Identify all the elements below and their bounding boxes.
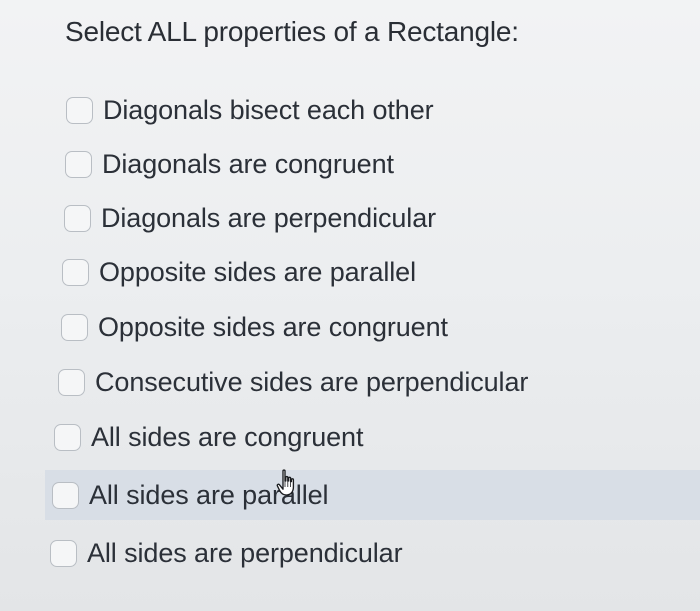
option-opposite-sides-parallel[interactable]: Opposite sides are parallel [62,245,686,299]
checkbox[interactable] [54,423,81,451]
checkbox[interactable] [64,204,91,232]
checkbox[interactable] [61,313,88,341]
option-opposite-sides-congruent[interactable]: Opposite sides are congruent [61,300,686,354]
option-diagonals-congruent[interactable]: Diagonals are congruent [65,137,686,191]
checkbox[interactable] [66,96,93,124]
option-diagonals-perpendicular[interactable]: Diagonals are perpendicular [64,191,686,245]
checkbox[interactable] [62,258,89,286]
option-label: Diagonals are congruent [102,148,394,179]
option-label: Diagonals bisect each other [103,94,434,125]
option-label: Opposite sides are congruent [98,311,448,342]
option-label: All sides are perpendicular [87,537,403,568]
checkbox[interactable] [65,150,92,178]
option-label: Consecutive sides are perpendicular [95,366,529,397]
hand-pointer-icon [276,469,295,496]
option-all-sides-congruent[interactable]: All sides are congruent [54,410,686,464]
option-all-sides-parallel[interactable]: All sides are parallel [45,470,700,520]
option-label: Diagonals are perpendicular [101,202,437,233]
checkbox[interactable] [50,539,77,567]
checkbox[interactable] [58,368,85,396]
option-label: Opposite sides are parallel [99,256,416,287]
option-diagonals-bisect[interactable]: Diagonals bisect each other [66,83,686,137]
checkbox[interactable] [52,481,79,509]
option-all-sides-perpendicular[interactable]: All sides are perpendicular [50,526,686,580]
options-list: Diagonals bisect each other Diagonals ar… [0,0,700,611]
quiz-screen: Select ALL properties of a Rectangle: Di… [0,0,700,611]
option-consecutive-sides-perpendicular[interactable]: Consecutive sides are perpendicular [58,355,686,409]
option-label: All sides are congruent [91,421,364,452]
